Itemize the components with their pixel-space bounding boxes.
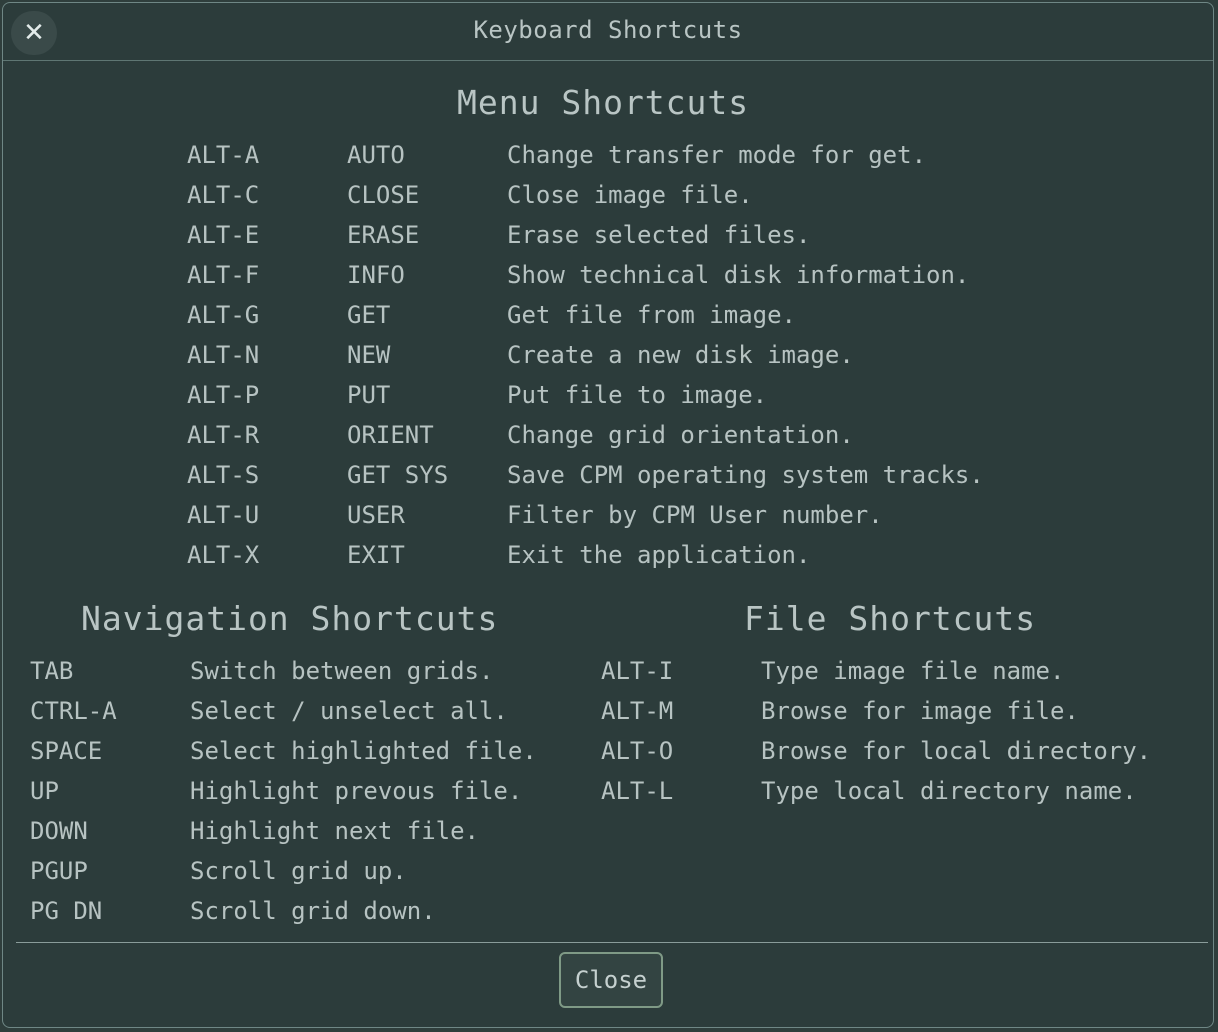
shortcut-key: ALT-R <box>187 421 260 449</box>
title-bar: ✕ Keyboard Shortcuts <box>3 3 1213 61</box>
file-shortcut-row: ALT-L Type local directory name. <box>601 771 1201 811</box>
menu-shortcut-row: ALT-U USER Filter by CPM User number. <box>187 495 1087 535</box>
menu-shortcut-row: ALT-A AUTO Change transfer mode for get. <box>187 135 1087 175</box>
shortcut-description: Change transfer mode for get. <box>507 141 927 169</box>
shortcut-key: ALT-G <box>187 301 260 329</box>
shortcut-command: NEW <box>347 341 391 369</box>
file-shortcut-row: ALT-I Type image file name. <box>601 651 1201 691</box>
shortcut-key: ALT-X <box>187 541 260 569</box>
shortcut-key: ALT-E <box>187 221 260 249</box>
menu-shortcut-row: ALT-F INFO Show technical disk informati… <box>187 255 1087 295</box>
menu-shortcut-row: ALT-P PUT Put file to image. <box>187 375 1087 415</box>
shortcut-description: Select / unselect all. <box>190 697 508 725</box>
shortcut-description: Highlight prevous file. <box>190 777 523 805</box>
shortcut-description: Browse for local directory. <box>761 737 1152 765</box>
shortcut-command: GET SYS <box>347 461 449 489</box>
shortcut-description: Type local directory name. <box>761 777 1137 805</box>
shortcut-description: Type image file name. <box>761 657 1065 685</box>
menu-shortcut-row: ALT-C CLOSE Close image file. <box>187 175 1087 215</box>
shortcut-command: EXIT <box>347 541 405 569</box>
navigation-shortcut-row: SPACE Select highlighted file. <box>30 731 590 771</box>
menu-shortcut-row: ALT-N NEW Create a new disk image. <box>187 335 1087 375</box>
menu-shortcut-row: ALT-X EXIT Exit the application. <box>187 535 1087 575</box>
menu-shortcut-row: ALT-S GET SYS Save CPM operating system … <box>187 455 1087 495</box>
navigation-shortcuts-heading: Navigation Shortcuts <box>81 599 499 638</box>
navigation-shortcut-row: DOWN Highlight next file. <box>30 811 590 851</box>
shortcut-key: ALT-L <box>601 777 674 805</box>
menu-shortcut-row: ALT-R ORIENT Change grid orientation. <box>187 415 1087 455</box>
close-button[interactable]: Close <box>559 952 663 1008</box>
shortcut-command: PUT <box>347 381 391 409</box>
shortcut-key: ALT-S <box>187 461 260 489</box>
shortcut-description: Exit the application. <box>507 541 811 569</box>
shortcut-description: Create a new disk image. <box>507 341 854 369</box>
navigation-shortcut-row: UP Highlight prevous file. <box>30 771 590 811</box>
shortcut-description: Browse for image file. <box>761 697 1079 725</box>
shortcut-command: INFO <box>347 261 405 289</box>
footer-divider <box>16 942 1208 943</box>
shortcut-description: Show technical disk information. <box>507 261 970 289</box>
shortcut-key: ALT-P <box>187 381 260 409</box>
keyboard-shortcuts-dialog: ✕ Keyboard Shortcuts Menu Shortcuts ALT-… <box>2 2 1214 1028</box>
shortcut-description: Close image file. <box>507 181 753 209</box>
shortcut-key: ALT-C <box>187 181 260 209</box>
shortcut-key: TAB <box>30 657 74 685</box>
shortcut-key: ALT-F <box>187 261 260 289</box>
shortcut-command: AUTO <box>347 141 405 169</box>
navigation-shortcut-row: CTRL-A Select / unselect all. <box>30 691 590 731</box>
shortcut-command: ORIENT <box>347 421 434 449</box>
shortcut-command: CLOSE <box>347 181 420 209</box>
shortcut-key: ALT-M <box>601 697 674 725</box>
shortcut-key: PGUP <box>30 857 88 885</box>
shortcut-description: Switch between grids. <box>190 657 494 685</box>
shortcut-description: Erase selected files. <box>507 221 811 249</box>
menu-shortcut-row: ALT-G GET Get file from image. <box>187 295 1087 335</box>
window-title: Keyboard Shortcuts <box>473 16 743 44</box>
file-shortcut-row: ALT-M Browse for image file. <box>601 691 1201 731</box>
shortcut-key: ALT-A <box>187 141 260 169</box>
shortcut-key: ALT-N <box>187 341 260 369</box>
shortcut-description: Select highlighted file. <box>190 737 537 765</box>
file-shortcut-row: ALT-O Browse for local directory. <box>601 731 1201 771</box>
shortcut-key: PG DN <box>30 897 103 925</box>
shortcut-command: ERASE <box>347 221 420 249</box>
shortcut-description: Highlight next file. <box>190 817 479 845</box>
navigation-shortcut-row: TAB Switch between grids. <box>30 651 590 691</box>
shortcut-key: UP <box>30 777 59 805</box>
shortcut-description: Change grid orientation. <box>507 421 854 449</box>
shortcut-key: ALT-I <box>601 657 674 685</box>
file-shortcuts-heading: File Shortcuts <box>744 599 1037 638</box>
shortcut-key: DOWN <box>30 817 88 845</box>
menu-shortcut-row: ALT-E ERASE Erase selected files. <box>187 215 1087 255</box>
shortcut-key: ALT-U <box>187 501 260 529</box>
navigation-shortcut-row: PGUP Scroll grid up. <box>30 851 590 891</box>
menu-shortcuts-heading: Menu Shortcuts <box>457 83 750 122</box>
shortcut-description: Scroll grid down. <box>190 897 436 925</box>
navigation-shortcut-row: PG DN Scroll grid down. <box>30 891 590 931</box>
shortcut-key: SPACE <box>30 737 103 765</box>
shortcut-command: USER <box>347 501 405 529</box>
shortcut-key: ALT-O <box>601 737 674 765</box>
shortcut-command: GET <box>347 301 391 329</box>
shortcut-description: Scroll grid up. <box>190 857 407 885</box>
shortcut-key: CTRL-A <box>30 697 117 725</box>
shortcut-description: Get file from image. <box>507 301 796 329</box>
shortcut-description: Save CPM operating system tracks. <box>507 461 984 489</box>
shortcut-description: Filter by CPM User number. <box>507 501 883 529</box>
shortcut-description: Put file to image. <box>507 381 768 409</box>
